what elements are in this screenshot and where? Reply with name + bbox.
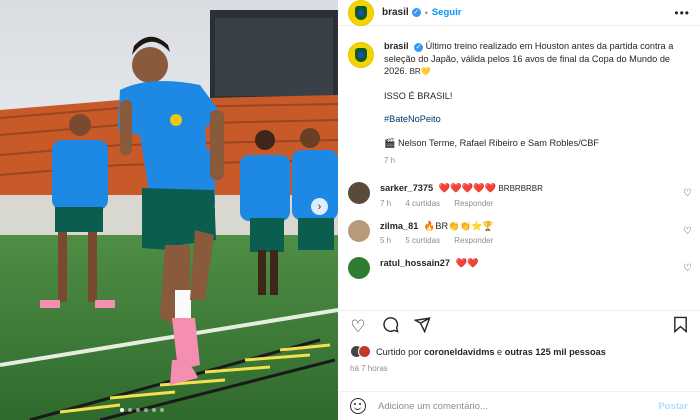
- liked-by[interactable]: Curtido por coroneldavidms e outras 125 …: [350, 345, 606, 358]
- avatar[interactable]: [348, 181, 370, 204]
- post-photo[interactable]: ›: [0, 0, 338, 420]
- liked-by-user[interactable]: coroneldavidms: [424, 347, 494, 357]
- liked-by-others[interactable]: outras 125 mil pessoas: [505, 347, 606, 357]
- comment-body: sarker_7375 ❤️❤️❤️❤️❤️ BRBRBRBR 7 h 4 cu…: [380, 182, 543, 210]
- share-send-icon[interactable]: [412, 316, 432, 338]
- reply-button[interactable]: Responder: [454, 236, 493, 245]
- like-comment-icon[interactable]: ♡: [683, 188, 692, 199]
- photo-credit: 🎬 Nelson Terme, Rafael Ribeiro e Sam Rob…: [384, 137, 600, 148]
- bookmark-icon[interactable]: [670, 316, 690, 338]
- comment-likes[interactable]: 4 curtidas: [405, 199, 440, 208]
- avatar[interactable]: [348, 42, 374, 68]
- like-comment-icon[interactable]: ♡: [683, 263, 692, 274]
- caption-username[interactable]: brasil: [384, 41, 409, 51]
- comment-text: ❤️❤️: [455, 257, 479, 268]
- verified-badge-icon: ✓: [411, 8, 421, 17]
- action-bar: ♡: [338, 310, 700, 342]
- avatar[interactable]: [348, 219, 370, 242]
- comment-meta: 5 h 5 curtidas Responder: [380, 235, 505, 247]
- hashtag-link[interactable]: #BateNoPeito: [384, 113, 684, 126]
- comment-username[interactable]: ratul_hossain27: [380, 258, 450, 268]
- like-heart-icon[interactable]: ♡: [348, 317, 368, 337]
- like-comment-icon[interactable]: ♡: [683, 226, 692, 237]
- post-time: há 7 horas: [350, 364, 388, 373]
- caption-line: ISSO É BRASIL!: [384, 90, 453, 101]
- carousel-dot: [136, 408, 140, 412]
- comment-likes[interactable]: 5 curtidas: [405, 236, 440, 245]
- carousel-dots: [120, 408, 164, 412]
- next-photo-button[interactable]: ›: [311, 198, 328, 215]
- comment-text: ❤️❤️❤️❤️❤️: [438, 182, 496, 193]
- carousel-dot: [152, 408, 156, 412]
- more-options-icon[interactable]: •••: [674, 6, 690, 20]
- post-header: brasil ✓ • Seguir •••: [338, 0, 700, 26]
- avatar: [358, 345, 371, 358]
- post-comment-button[interactable]: Postar: [658, 401, 688, 412]
- caption-body: brasil ✓ Último treino realizado em Hous…: [384, 40, 684, 168]
- caption-flag: BR💛: [409, 67, 431, 76]
- carousel-dot: [120, 408, 124, 412]
- training-photo: [0, 0, 338, 420]
- verified-badge-icon: ✓: [414, 43, 424, 52]
- caption-text-block: brasil ✓ Último treino realizado em Hous…: [384, 40, 684, 79]
- comment-input[interactable]: [378, 400, 659, 412]
- carousel-dot: [160, 408, 164, 412]
- post-side-panel: brasil ✓ • Seguir ••• brasil ✓ Último tr…: [338, 0, 700, 420]
- comment-username[interactable]: zilma_81: [380, 221, 418, 231]
- comment-text-tail: BRBRBRBR: [498, 183, 543, 193]
- emoji-smile-icon[interactable]: [350, 398, 366, 414]
- add-comment-bar: Postar: [338, 391, 700, 420]
- caption-time: 7 h: [384, 156, 396, 165]
- author-username[interactable]: brasil: [382, 7, 409, 18]
- comment-item: sarker_7375 ❤️❤️❤️❤️❤️ BRBRBRBR 7 h 4 cu…: [338, 181, 700, 210]
- cbf-crest-icon: [355, 5, 367, 20]
- liked-by-and: e: [497, 346, 503, 357]
- avatar[interactable]: [348, 256, 370, 279]
- comment-body: ratul_hossain27 ❤️❤️: [380, 257, 478, 279]
- comment-bubble-icon[interactable]: [380, 316, 400, 338]
- carousel-dot: [128, 408, 132, 412]
- comment-text: 🔥BR👏👏⭐🏆: [423, 220, 494, 231]
- comment-item: zilma_81 🔥BR👏👏⭐🏆 5 h 5 curtidas Responde…: [338, 219, 700, 247]
- caption: brasil ✓ Último treino realizado em Hous…: [338, 40, 700, 168]
- follow-button[interactable]: Seguir: [432, 7, 462, 18]
- comment-body: zilma_81 🔥BR👏👏⭐🏆 5 h 5 curtidas Responde…: [380, 220, 505, 247]
- comment-meta: 7 h 4 curtidas Responder: [380, 198, 543, 210]
- avatar[interactable]: [348, 0, 374, 26]
- comment-item: ratul_hossain27 ❤️❤️ ♡: [338, 256, 700, 279]
- liked-by-prefix: Curtido por: [376, 346, 422, 357]
- comment-time: 5 h: [380, 235, 392, 245]
- cbf-crest-icon: [355, 48, 367, 62]
- carousel-dot: [144, 408, 148, 412]
- comments-scroll[interactable]: brasil ✓ Último treino realizado em Hous…: [338, 40, 700, 305]
- separator-dot: •: [424, 7, 428, 18]
- reply-button[interactable]: Responder: [454, 199, 493, 208]
- comment-time: 7 h: [380, 198, 392, 208]
- comment-username[interactable]: sarker_7375: [380, 183, 433, 193]
